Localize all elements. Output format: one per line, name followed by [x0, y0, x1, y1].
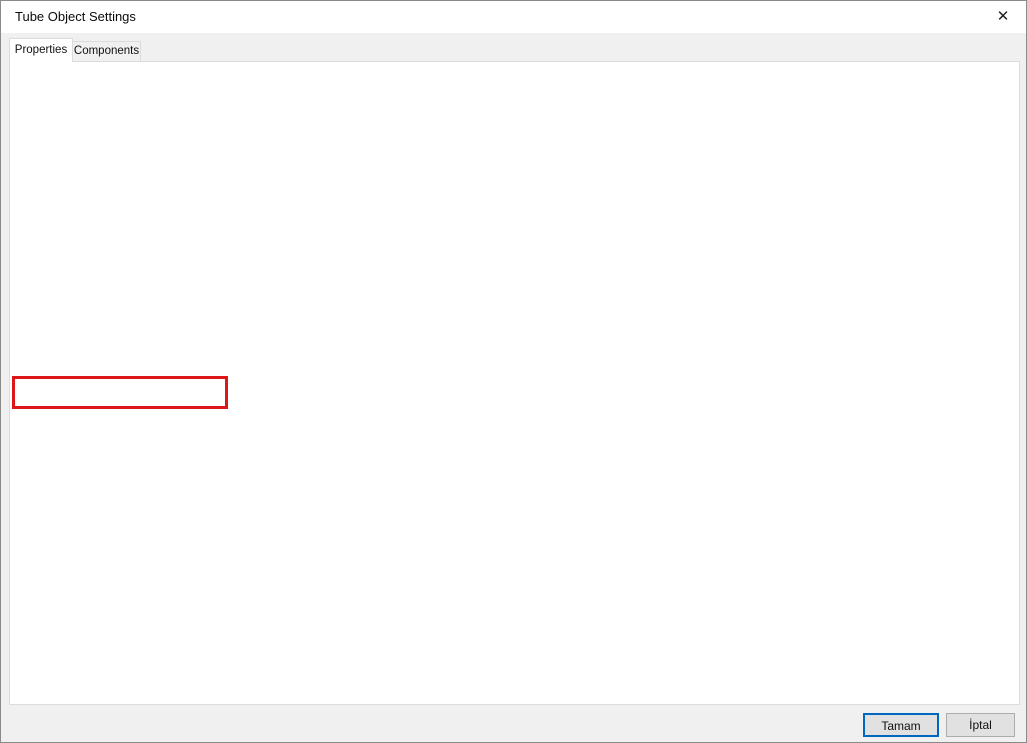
close-icon[interactable]: ✕ [988, 6, 1018, 28]
cancel-button[interactable]: İptal [946, 713, 1015, 737]
title-bar: Tube Object Settings ✕ [1, 1, 1026, 33]
tab-components[interactable]: Components [72, 41, 141, 62]
dialog-title: Tube Object Settings [15, 9, 136, 24]
tab-properties[interactable]: Properties [9, 38, 73, 62]
tube-object-settings-dialog: Tube Object Settings ✕ Properties Compon… [0, 0, 1027, 743]
properties-tab-page [9, 61, 1020, 705]
ok-button[interactable]: Tamam [863, 713, 939, 737]
